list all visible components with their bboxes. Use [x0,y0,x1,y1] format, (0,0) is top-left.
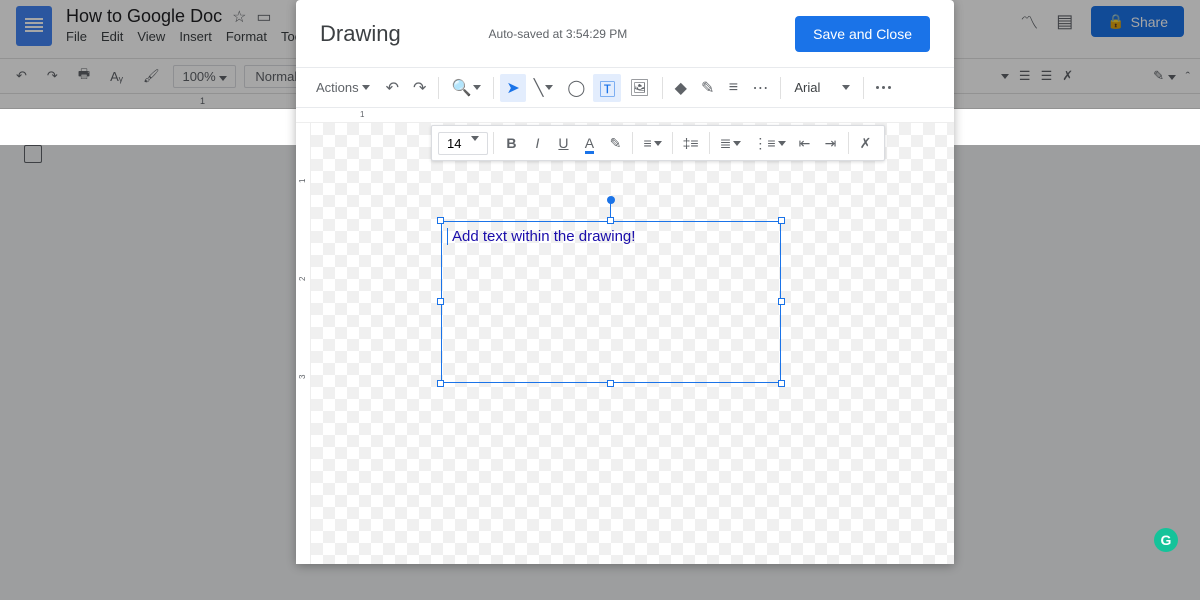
drawing-modal: Drawing Auto-saved at 3:54:29 PM Save an… [296,0,954,564]
select-tool-icon[interactable]: ➤ [500,74,525,102]
underline-button[interactable]: U [551,129,575,157]
canvas-ruler-horizontal: 1 [296,108,954,123]
more-options-icon[interactable] [870,74,897,102]
menu-format[interactable]: Format [226,29,267,44]
align-button[interactable]: ≡ [638,129,666,157]
spellcheck-icon[interactable]: Aᵧ [104,65,129,88]
text-color-button[interactable]: A [577,129,601,157]
indent-decrease-button[interactable]: ⇤ [793,129,817,157]
redo-icon[interactable]: ↷ [41,64,64,88]
actions-menu[interactable]: Actions [308,74,378,102]
more-dropdown-icon[interactable] [1001,74,1009,79]
share-button[interactable]: 🔒 Share [1091,6,1184,37]
zoom-icon[interactable]: 🔍 [445,74,487,102]
indent-increase-button[interactable]: ⇥ [819,129,843,157]
image-tool-icon[interactable]: 🖼 [623,74,655,102]
zoom-select[interactable]: 100% [173,65,236,88]
star-icon[interactable]: ☆ [232,7,246,27]
undo-icon[interactable]: ↶ [380,74,405,102]
fill-color-icon[interactable]: ◆ [669,74,693,102]
modal-header: Drawing Auto-saved at 3:54:29 PM Save an… [296,0,954,68]
lock-icon: 🔒 [1107,13,1124,30]
border-dash-icon[interactable]: ⋯ [746,74,774,102]
grammarly-badge-icon[interactable]: G [1154,528,1178,552]
menu-insert[interactable]: Insert [179,29,212,44]
clear-formatting-button[interactable]: ✗ [854,129,878,157]
resize-handle-sw[interactable] [437,380,444,387]
docs-logo[interactable] [16,6,52,46]
bulleted-list-button[interactable]: ⋮≡ [748,129,790,157]
numbered-list-button[interactable]: ≣ [715,129,747,157]
modal-title: Drawing [320,21,401,47]
resize-handle-e[interactable] [778,298,785,305]
line-spacing-button[interactable]: ‡≡ [678,129,704,157]
resize-handle-w[interactable] [437,298,444,305]
textbox-text[interactable]: Add text within the drawing! [442,222,780,251]
drawing-canvas[interactable]: 14 B I U A ✎ ≡ ‡≡ ≣ ⋮≡ ⇤ ⇥ ✗ [311,123,954,564]
insights-icon[interactable]: 〽 [1020,9,1038,35]
indent-increase-icon[interactable]: ☰ [1041,68,1053,84]
font-size-select[interactable]: 14 [438,132,488,155]
outline-icon[interactable] [24,145,42,163]
indent-decrease-icon[interactable]: ☰ [1019,68,1031,84]
menu-edit[interactable]: Edit [101,29,123,44]
rotate-connector [610,202,611,218]
save-and-close-button[interactable]: Save and Close [795,16,930,52]
shape-tool-icon[interactable]: ◯ [561,74,591,102]
textbox-tool-icon[interactable]: 🅃 [593,74,621,102]
border-weight-icon[interactable]: ≡ [722,74,744,102]
menu-file[interactable]: File [66,29,87,44]
border-color-icon[interactable]: ✎ [695,74,720,102]
text-format-toolbar: 14 B I U A ✎ ≡ ‡≡ ≣ ⋮≡ ⇤ ⇥ ✗ [431,125,885,161]
document-title[interactable]: How to Google Doc [66,6,222,27]
collapse-icon[interactable]: ˆ [1186,69,1190,84]
rotate-handle[interactable] [607,196,615,204]
undo-icon[interactable]: ↶ [10,64,33,88]
canvas-area: 1 2 3 14 B I U A ✎ ≡ ‡≡ ≣ ⋮≡ ⇤ [296,123,954,564]
clear-formatting-icon[interactable]: ✗ [1062,68,1073,84]
menu-bar: File Edit View Insert Format Tools [66,29,311,44]
editing-mode-icon[interactable]: ✎ [1153,68,1176,84]
redo-icon[interactable]: ↷ [407,74,432,102]
autosave-status: Auto-saved at 3:54:29 PM [489,27,628,41]
move-icon[interactable]: ▭ [256,7,271,27]
font-family-select[interactable]: Arial [787,74,857,102]
highlight-button[interactable]: ✎ [603,129,627,157]
line-tool-icon[interactable]: ╲ [528,74,560,102]
resize-handle-s[interactable] [607,380,614,387]
drawing-toolbar: Actions ↶ ↷ 🔍 ➤ ╲ ◯ 🅃 🖼 ◆ ✎ ≡ ⋯ Arial [296,68,954,108]
textbox-shape[interactable]: Add text within the drawing! [441,221,781,383]
italic-button[interactable]: I [525,129,549,157]
paint-format-icon[interactable]: 🖌 [137,64,166,88]
canvas-ruler-vertical: 1 2 3 [296,123,311,564]
menu-view[interactable]: View [137,29,165,44]
bold-button[interactable]: B [499,129,523,157]
comments-icon[interactable]: ▤ [1056,11,1073,32]
resize-handle-se[interactable] [778,380,785,387]
print-icon[interactable]: 🖶 [72,61,96,91]
